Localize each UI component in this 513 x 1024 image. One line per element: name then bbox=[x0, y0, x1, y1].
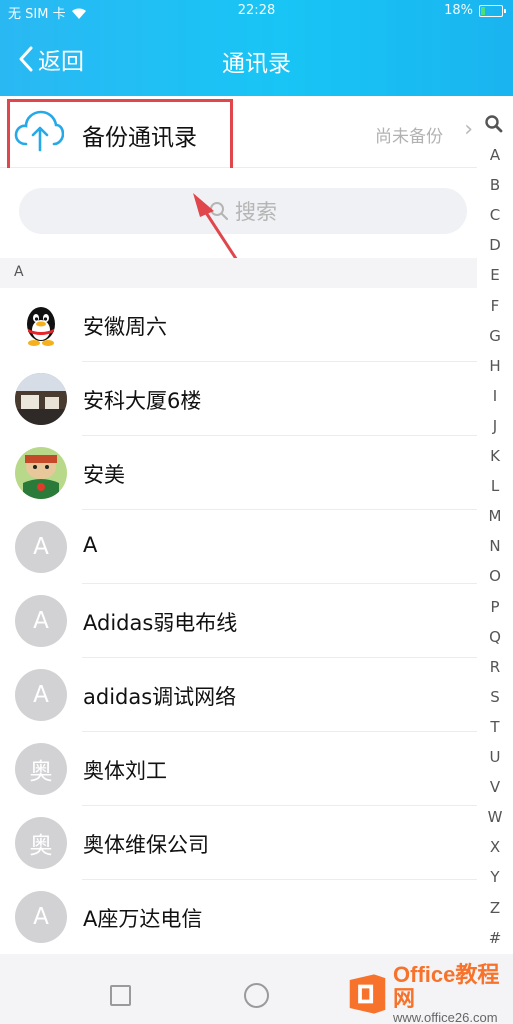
index-letter-y[interactable]: Y bbox=[477, 868, 513, 886]
index-letter-f[interactable]: F bbox=[477, 297, 513, 315]
watermark-brand: Office教程网 bbox=[393, 961, 500, 1011]
contact-item[interactable]: A adidas调试网络 bbox=[0, 658, 477, 732]
backup-label: 备份通讯录 bbox=[82, 125, 197, 151]
contact-name: 安科大厦6楼 bbox=[83, 389, 202, 413]
home-button[interactable] bbox=[244, 983, 269, 1008]
contact-name: A座万达电信 bbox=[83, 907, 203, 931]
contact-item[interactable]: 安科大厦6楼 bbox=[0, 362, 477, 436]
letter-avatar: A bbox=[15, 521, 67, 573]
letter-avatar: A bbox=[15, 669, 67, 721]
section-letter: A bbox=[14, 264, 24, 280]
contact-item[interactable]: A Adidas弱电布线 bbox=[0, 584, 477, 658]
index-search-icon[interactable] bbox=[484, 114, 504, 134]
index-letter-w[interactable]: W bbox=[477, 808, 513, 826]
contact-name: adidas调试网络 bbox=[83, 685, 237, 709]
contact-item[interactable]: A A bbox=[0, 510, 477, 584]
index-letter-a[interactable]: A bbox=[477, 146, 513, 164]
alphabet-index[interactable]: A B C D E F G H I J K L M N O P Q R S T U V W X Y Z # bbox=[477, 96, 513, 954]
letter-avatar: A bbox=[15, 891, 67, 943]
section-header: A bbox=[0, 258, 477, 288]
index-letter-u[interactable]: U bbox=[477, 748, 513, 766]
status-bar: 无 SIM 卡 22:28 18% bbox=[0, 0, 513, 24]
index-letter-k[interactable]: K bbox=[477, 447, 513, 465]
page-title: 通讯录 bbox=[222, 51, 291, 77]
watermark: Office教程网 www.office26.com bbox=[346, 961, 513, 1024]
office-logo-icon bbox=[349, 974, 386, 1014]
index-letter-n[interactable]: N bbox=[477, 537, 513, 555]
contact-item[interactable]: 安美 bbox=[0, 436, 477, 510]
index-letter-q[interactable]: Q bbox=[477, 628, 513, 646]
contact-list: 安徽周六 安科大厦6楼 安美 A A A Adidas弱电布线 A adidas… bbox=[0, 288, 477, 954]
index-letter-h[interactable]: H bbox=[477, 357, 513, 375]
search-placeholder: 搜索 bbox=[235, 200, 277, 224]
battery-fill bbox=[481, 6, 485, 15]
index-letter-s[interactable]: S bbox=[477, 688, 513, 706]
cloud-upload-icon bbox=[14, 110, 64, 152]
contact-name: 安美 bbox=[83, 463, 125, 487]
index-letter-d[interactable]: D bbox=[477, 236, 513, 254]
contact-item[interactable]: 奥 奥体刘工 bbox=[0, 732, 477, 806]
battery-text: 18% bbox=[444, 3, 473, 18]
contact-name: A bbox=[83, 533, 98, 557]
index-letter-x[interactable]: X bbox=[477, 838, 513, 856]
letter-avatar: 奥 bbox=[15, 743, 67, 795]
contact-item[interactable]: 安徽周六 bbox=[0, 288, 477, 362]
index-letter-t[interactable]: T bbox=[477, 718, 513, 736]
chevron-right-icon: › bbox=[464, 117, 473, 142]
index-letter-j[interactable]: J bbox=[477, 417, 513, 435]
letter-avatar: 奥 bbox=[15, 817, 67, 869]
index-letter-r[interactable]: R bbox=[477, 658, 513, 676]
index-letter-p[interactable]: P bbox=[477, 598, 513, 616]
index-letter-l[interactable]: L bbox=[477, 477, 513, 495]
watermark-url: www.office26.com bbox=[393, 1010, 498, 1024]
contact-name: 安徽周六 bbox=[83, 315, 167, 339]
index-letter-i[interactable]: I bbox=[477, 387, 513, 405]
contact-item[interactable]: A A座万达电信 bbox=[0, 880, 477, 954]
recent-apps-button[interactable] bbox=[110, 985, 131, 1006]
cartoon-avatar bbox=[15, 447, 67, 499]
contact-name: Adidas弱电布线 bbox=[83, 611, 238, 635]
index-letter-z[interactable]: Z bbox=[477, 899, 513, 917]
letter-avatar: A bbox=[15, 595, 67, 647]
index-letter-b[interactable]: B bbox=[477, 176, 513, 194]
search-area: 搜索 bbox=[0, 168, 477, 258]
contact-name: 奥体维保公司 bbox=[83, 833, 209, 857]
photo-avatar bbox=[15, 373, 67, 425]
search-input[interactable]: 搜索 bbox=[19, 188, 467, 234]
qq-penguin-avatar bbox=[15, 299, 67, 351]
battery-icon bbox=[479, 4, 506, 17]
backup-contacts-row[interactable]: 备份通讯录 尚未备份 › bbox=[0, 96, 477, 168]
index-letter-m[interactable]: M bbox=[477, 507, 513, 525]
nav-bar: 返回 通讯录 bbox=[0, 24, 513, 96]
search-icon bbox=[210, 202, 229, 221]
index-letter-v[interactable]: V bbox=[477, 778, 513, 796]
clock-text: 22:28 bbox=[237, 3, 276, 18]
index-letter-o[interactable]: O bbox=[477, 567, 513, 585]
backup-status: 尚未备份 bbox=[375, 127, 443, 147]
contact-item[interactable]: 奥 奥体维保公司 bbox=[0, 806, 477, 880]
index-letter-hash[interactable]: # bbox=[477, 929, 513, 947]
app-header: 无 SIM 卡 22:28 18% 返回 通讯录 bbox=[0, 0, 513, 96]
index-letter-e[interactable]: E bbox=[477, 266, 513, 284]
contact-name: 奥体刘工 bbox=[83, 759, 167, 783]
index-letter-g[interactable]: G bbox=[477, 327, 513, 345]
index-letter-c[interactable]: C bbox=[477, 206, 513, 224]
